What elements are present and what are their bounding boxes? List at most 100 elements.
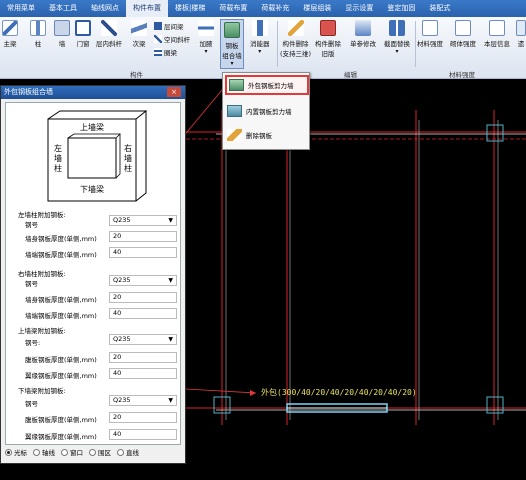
eraser-icon [227, 129, 242, 141]
delete-legacy-label-1: 构件删除 [315, 40, 341, 48]
steel-plate-wall-button[interactable]: 钢板 组合墙 ▾ [220, 19, 244, 69]
right-steel-grade-label: 钢号 [25, 280, 38, 288]
ring-beam-button[interactable]: 圈梁 [154, 47, 177, 57]
steel-plate-label-2: 组合墙 [222, 52, 242, 60]
left-steel-grade-value: Q235 [113, 216, 131, 224]
single-param-modify-button[interactable]: 单参修改 [350, 20, 376, 48]
add-haunch-button[interactable]: 加腋 ▾ [198, 20, 214, 55]
floor-info-button[interactable]: 本层信息 [484, 20, 510, 48]
left-wall-body-input[interactable]: 20 [109, 231, 177, 242]
column-button[interactable]: 柱 [30, 20, 46, 48]
radio-cursor-label: 光标 [14, 449, 27, 457]
menu-item-inner-steel-plate-wall[interactable]: 内置钢板剪力墙 [225, 101, 309, 121]
ribbon-separator [277, 21, 278, 67]
delete-member-button[interactable]: 构件删除 (支持三维) [280, 20, 311, 58]
right-steel-grade-value: Q235 [113, 276, 131, 284]
menu-tab-load-layout[interactable]: 荷载布置 [212, 0, 254, 17]
delete-member-label-1: 构件删除 [282, 40, 309, 48]
top-flange-label: 翼缘钢板厚度(单侧,mm) [25, 372, 97, 380]
top-web-input[interactable]: 20 [109, 352, 177, 363]
damper-label: 消能器 [250, 40, 270, 48]
document-edit-icon [455, 20, 471, 36]
interlayer-beam-button[interactable]: 层间梁 [154, 21, 184, 31]
left-wall-end-input[interactable]: 40 [109, 247, 177, 258]
close-icon[interactable]: × [167, 87, 181, 97]
menu-tab-load-supplement[interactable]: 荷载补充 [254, 0, 296, 17]
left-steel-grade-select[interactable]: Q235 ▼ [109, 215, 177, 226]
menu-tab-prefab[interactable]: 装配式 [422, 0, 457, 17]
right-wall-end-label: 墙端钢板厚度(单侧,mm) [25, 312, 97, 320]
top-steel-grade-select[interactable]: Q235 ▼ [109, 334, 177, 345]
menu-item-inner-label: 内置钢板剪力墙 [246, 108, 292, 116]
column-bottom-right[interactable] [486, 396, 504, 414]
menu-tab-appraisal-reinforce[interactable]: 鉴定加固 [380, 0, 422, 17]
masonry-strength-button[interactable]: 砌体强度 [450, 20, 476, 48]
radio-axis[interactable]: 轴线 [33, 447, 55, 457]
diagonal-member-label: 层内斜杆 [96, 40, 122, 48]
column-icon [30, 20, 46, 36]
trailing-icon [516, 20, 526, 36]
diagonal-member-icon [101, 20, 117, 36]
bottom-flange-label: 翼缘钢板厚度(单侧,mm) [25, 433, 97, 441]
secondary-beam-button[interactable]: 次梁 [131, 20, 147, 48]
top-web-label: 腹板钢板厚度(单侧,mm) [25, 356, 97, 364]
diagonal-member-button[interactable]: 层内斜杆 [96, 20, 122, 48]
pencil-icon [287, 20, 304, 36]
menu-tab-display-settings[interactable]: 显示设置 [338, 0, 380, 17]
delete-member-legacy-button[interactable]: 构件删除 旧版 [315, 20, 341, 58]
ribbon-separator-2 [415, 21, 416, 67]
left-wall-body-label: 墙身钢板厚度(单侧,mm) [25, 235, 97, 243]
radio-dot-icon [89, 448, 96, 456]
menu-tab-basic-tools[interactable]: 基本工具 [42, 0, 84, 17]
space-diagonal-button[interactable]: 空间斜杆 [154, 34, 190, 44]
bottom-steel-grade-value: Q235 [113, 396, 131, 404]
bottom-flange-input[interactable]: 40 [109, 429, 177, 440]
trailing-button[interactable]: 遗 [516, 20, 526, 48]
ring-beam-label: 圈梁 [164, 49, 177, 57]
menu-tab-common[interactable]: 常用菜单 [0, 0, 42, 17]
section-replace-label: 截面替换 [384, 40, 410, 48]
radio-window[interactable]: 窗口 [61, 447, 83, 457]
ribbon-toolbar: 主梁 柱 墙 门窗 层内斜杆 次梁 层间梁 空间斜杆 圈梁 加腋 ▾ 钢板 组合… [0, 17, 526, 79]
wall-annotation: 外包(300/40/20/40/20/40/20/40/20) [261, 387, 417, 397]
radio-line[interactable]: 直线 [117, 447, 139, 457]
masonry-strength-label: 砌体强度 [450, 40, 476, 48]
menu-tab-floor-assembly[interactable]: 楼层组装 [296, 0, 338, 17]
right-wall-body-input[interactable]: 20 [109, 292, 177, 303]
menu-tab-member-layout[interactable]: 构件布置 [126, 0, 168, 17]
top-flange-input[interactable]: 40 [109, 368, 177, 379]
chevron-down-icon: ▼ [168, 336, 173, 343]
radio-window-label: 窗口 [70, 449, 83, 457]
material-strength-button[interactable]: 材料强度 [417, 20, 443, 48]
menu-tab-slab-stair[interactable]: 楼板|楼梯 [168, 0, 212, 17]
diagram-bottom-label: 下墙梁 [80, 184, 104, 194]
right-wall-end-input[interactable]: 40 [109, 308, 177, 319]
main-beam-icon [2, 20, 18, 36]
wall-label: 墙 [58, 40, 66, 48]
damper-button[interactable]: 消能器 ▾ [250, 20, 270, 55]
space-diagonal-label: 空间斜杆 [164, 36, 190, 44]
diagram-right-label-1: 右 [124, 143, 132, 153]
floor-info-label: 本层信息 [484, 40, 510, 48]
menu-item-delete-steel-plate[interactable]: 删除钢板 [225, 125, 309, 145]
main-beam-button[interactable]: 主梁 [2, 20, 18, 48]
wall-button[interactable]: 墙 [54, 20, 70, 48]
menu-tab-axis-grid[interactable]: 轴线网点 [84, 0, 126, 17]
bottom-web-input[interactable]: 20 [109, 412, 177, 423]
bottom-steel-grade-select[interactable]: Q235 ▼ [109, 395, 177, 406]
bottom-steel-grade-label: 钢号 [25, 400, 38, 408]
radio-fence[interactable]: 围区 [89, 447, 111, 457]
door-window-button[interactable]: 门窗 [75, 20, 91, 48]
right-steel-grade-select[interactable]: Q235 ▼ [109, 275, 177, 286]
dialog-title-bar[interactable]: 外包钢板组合墙 × [1, 86, 185, 99]
left-wall-end-label: 墙端钢板厚度(单侧,mm) [25, 251, 97, 259]
diagram-right-label-3: 柱 [124, 163, 132, 173]
group-label-material: 材料强度 [449, 71, 475, 79]
info-icon [489, 20, 505, 36]
radio-cursor[interactable]: 光标 [5, 447, 27, 457]
wall-icon [54, 20, 70, 36]
wall-diagram: 上墙梁 下墙梁 左 墙 柱 右 墙 柱 [47, 110, 148, 202]
selection-mode-radio-group: 光标 轴线 窗口 围区 直线 [5, 447, 139, 457]
menu-item-outer-steel-plate-wall[interactable]: 外包钢板剪力墙 [225, 75, 309, 95]
section-replace-button[interactable]: 截面替换 ▾ [384, 20, 410, 55]
